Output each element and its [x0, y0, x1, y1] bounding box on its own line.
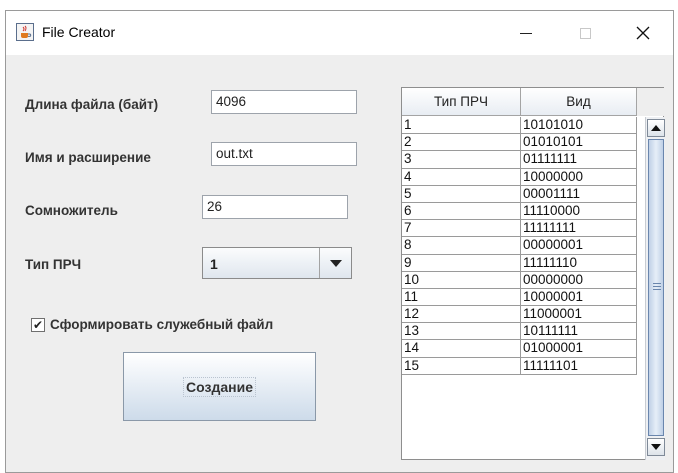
name-extension-label: Имя и расширение: [25, 150, 151, 165]
table-cell-view[interactable]: 01000001: [521, 340, 637, 358]
table-row[interactable]: 9 11111110: [402, 254, 637, 272]
title-bar[interactable]: File Creator: [6, 11, 673, 55]
create-button-label: Создание: [183, 376, 256, 397]
table-cell-view[interactable]: 01010101: [521, 134, 637, 152]
table-body: 1 10101010 2 01010101 3 01111111 4 10000000 …: [402, 117, 637, 375]
maximize-icon: [579, 27, 591, 39]
combo-dropdown-button[interactable]: [319, 248, 351, 278]
close-icon: [636, 26, 650, 40]
table-row[interactable]: 5 00001111: [402, 185, 637, 203]
scroll-up-button[interactable]: [647, 119, 665, 137]
table-cell-view[interactable]: 11000001: [521, 306, 637, 324]
table-row[interactable]: 11 10000001: [402, 288, 637, 307]
table-cell-view[interactable]: 11111110: [521, 254, 637, 272]
thumb-grip-line: [653, 289, 661, 290]
scrollbar-thumb[interactable]: [648, 139, 664, 436]
table-cell-view[interactable]: 00001111: [521, 185, 637, 203]
table-cell-type[interactable]: 5: [402, 185, 521, 203]
table-row[interactable]: 13 10111111: [402, 323, 637, 341]
column-header-prng-type[interactable]: Тип ПРЧ: [402, 88, 521, 116]
maximize-button[interactable]: [562, 11, 608, 55]
service-file-checkbox-label[interactable]: Сформировать служебный файл: [50, 317, 273, 332]
table-row[interactable]: 14 01000001: [402, 340, 637, 358]
table-cell-type[interactable]: 12: [402, 306, 521, 324]
thumb-grip-line: [653, 286, 661, 287]
table-cell-view[interactable]: 11111111: [521, 220, 637, 238]
create-button[interactable]: Создание: [123, 352, 316, 421]
prng-type-label: Тип ПРЧ: [25, 257, 82, 272]
multiplier-input[interactable]: 26: [202, 195, 348, 219]
column-header-view[interactable]: Вид: [521, 88, 637, 116]
scroll-down-arrow-icon: [651, 444, 661, 450]
file-length-input[interactable]: 4096: [211, 90, 357, 114]
table-row[interactable]: 3 01111111: [402, 151, 637, 169]
table-cell-type[interactable]: 10: [402, 271, 521, 289]
table-cell-view[interactable]: 11110000: [521, 202, 637, 221]
table-cell-type[interactable]: 1: [402, 117, 521, 135]
table-row[interactable]: 4 10000000: [402, 168, 637, 186]
vertical-scrollbar[interactable]: [645, 117, 665, 460]
table-cell-type[interactable]: 13: [402, 323, 521, 341]
table-row[interactable]: 15 11111101: [402, 357, 637, 375]
checkmark-icon: ✔: [32, 318, 44, 332]
table-cell-view[interactable]: 10000001: [521, 288, 637, 307]
table-header-corner: [637, 88, 665, 116]
table-row[interactable]: 6 11110000: [402, 202, 637, 221]
table-cell-view[interactable]: 10101010: [521, 117, 637, 135]
scroll-down-button[interactable]: [647, 438, 665, 456]
table-cell-view[interactable]: 10000000: [521, 168, 637, 186]
table-row[interactable]: 1 10101010: [402, 117, 637, 135]
close-button[interactable]: [620, 11, 666, 55]
table-cell-type[interactable]: 8: [402, 237, 521, 255]
prng-type-selected-value: 1: [210, 256, 218, 272]
table-cell-type[interactable]: 9: [402, 254, 521, 272]
table-cell-type[interactable]: 4: [402, 168, 521, 186]
table-cell-type[interactable]: 15: [402, 357, 521, 375]
table-cell-type[interactable]: 2: [402, 134, 521, 152]
table-row[interactable]: 7 11111111: [402, 220, 637, 238]
thumb-grip-line: [653, 283, 661, 284]
table-cell-type[interactable]: 7: [402, 220, 521, 238]
table-cell-view[interactable]: 01111111: [521, 151, 637, 169]
table-row[interactable]: 12 11000001: [402, 306, 637, 324]
file-length-label: Длина файла (байт): [25, 97, 159, 112]
table-cell-view[interactable]: 10111111: [521, 323, 637, 341]
java-cup-icon: [16, 23, 34, 41]
minimize-icon: [520, 32, 532, 34]
prng-type-select[interactable]: 1: [202, 247, 352, 279]
chevron-down-icon: [329, 259, 342, 267]
table-header: Тип ПРЧ Вид: [402, 88, 665, 116]
window-title: File Creator: [42, 24, 116, 40]
table-cell-type[interactable]: 3: [402, 151, 521, 169]
prng-types-table: Тип ПРЧ Вид 1 10101010 2 01010101 3 0111111…: [401, 87, 665, 460]
table-cell-view[interactable]: 00000000: [521, 271, 637, 289]
scroll-up-arrow-icon: [651, 125, 661, 131]
table-row[interactable]: 2 01010101: [402, 134, 637, 152]
file-creator-window: File Creator Длина файла (байт) 4096 Имя…: [5, 10, 674, 473]
table-cell-type[interactable]: 6: [402, 202, 521, 221]
table-cell-type[interactable]: 11: [402, 288, 521, 307]
table-row[interactable]: 10 00000000: [402, 271, 637, 289]
name-extension-input[interactable]: out.txt: [211, 142, 357, 166]
multiplier-label: Сомножитель: [25, 203, 118, 218]
table-row[interactable]: 8 00000001: [402, 237, 637, 255]
table-cell-view[interactable]: 11111101: [521, 357, 637, 375]
table-cell-type[interactable]: 14: [402, 340, 521, 358]
table-cell-view[interactable]: 00000001: [521, 237, 637, 255]
minimize-button[interactable]: [503, 11, 549, 55]
service-file-checkbox[interactable]: ✔: [31, 318, 45, 332]
